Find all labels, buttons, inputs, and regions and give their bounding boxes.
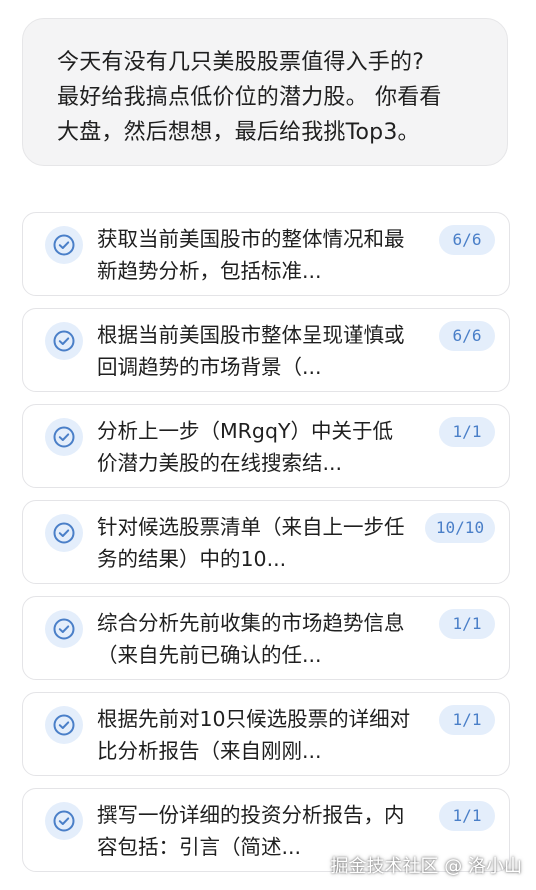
check-circle-icon (45, 802, 83, 840)
task-list: 获取当前美国股市的整体情况和最新趋势分析，包括标准... 6/6 根据当前美国股… (22, 212, 510, 884)
task-item[interactable]: 获取当前美国股市的整体情况和最新趋势分析，包括标准... 6/6 (22, 212, 510, 296)
task-count-badge: 10/10 (425, 513, 495, 543)
check-circle-icon (45, 322, 83, 360)
user-query-bubble: 今天有没有几只美股股票值得入手的? 最好给我搞点低价位的潜力股。 你看看 大盘，… (22, 18, 508, 166)
check-circle-icon (45, 418, 83, 456)
check-circle-icon (45, 514, 83, 552)
task-count-badge: 6/6 (439, 321, 495, 351)
task-item[interactable]: 针对候选股票清单（来自上一步任务的结果）中的10... 10/10 (22, 500, 510, 584)
task-count-badge: 1/1 (439, 417, 495, 447)
task-item[interactable]: 分析上一步（MRgqY）中关于低价潜力美股的在线搜索结... 1/1 (22, 404, 510, 488)
task-item[interactable]: 综合分析先前收集的市场趋势信息（来自先前已确认的任... 1/1 (22, 596, 510, 680)
task-description: 根据当前美国股市整体呈现谨慎或回调趋势的市场背景（... (97, 323, 405, 379)
task-description: 综合分析先前收集的市场趋势信息（来自先前已确认的任... (97, 611, 405, 667)
task-description: 获取当前美国股市的整体情况和最新趋势分析，包括标准... (97, 227, 405, 283)
task-count-badge: 1/1 (439, 705, 495, 735)
task-description: 分析上一步（MRgqY）中关于低价潜力美股的在线搜索结... (97, 419, 393, 475)
task-description: 针对候选股票清单（来自上一步任务的结果）中的10... (97, 515, 405, 571)
task-description: 根据先前对10只候选股票的详细对比分析报告（来自刚刚... (97, 707, 411, 763)
chat-page: 今天有没有几只美股股票值得入手的? 最好给我搞点低价位的潜力股。 你看看 大盘，… (0, 0, 536, 890)
task-count-badge: 1/1 (439, 609, 495, 639)
user-query-text: 今天有没有几只美股股票值得入手的? 最好给我搞点低价位的潜力股。 你看看 大盘，… (57, 50, 442, 145)
check-circle-icon (45, 610, 83, 648)
task-item[interactable]: 根据当前美国股市整体呈现谨慎或回调趋势的市场背景（... 6/6 (22, 308, 510, 392)
task-count-badge: 6/6 (439, 225, 495, 255)
watermark: 掘金技术社区 @ 洛小山 (330, 856, 522, 877)
task-count-badge: 1/1 (439, 801, 495, 831)
task-item[interactable]: 根据先前对10只候选股票的详细对比分析报告（来自刚刚... 1/1 (22, 692, 510, 776)
check-circle-icon (45, 706, 83, 744)
check-circle-icon (45, 226, 83, 264)
